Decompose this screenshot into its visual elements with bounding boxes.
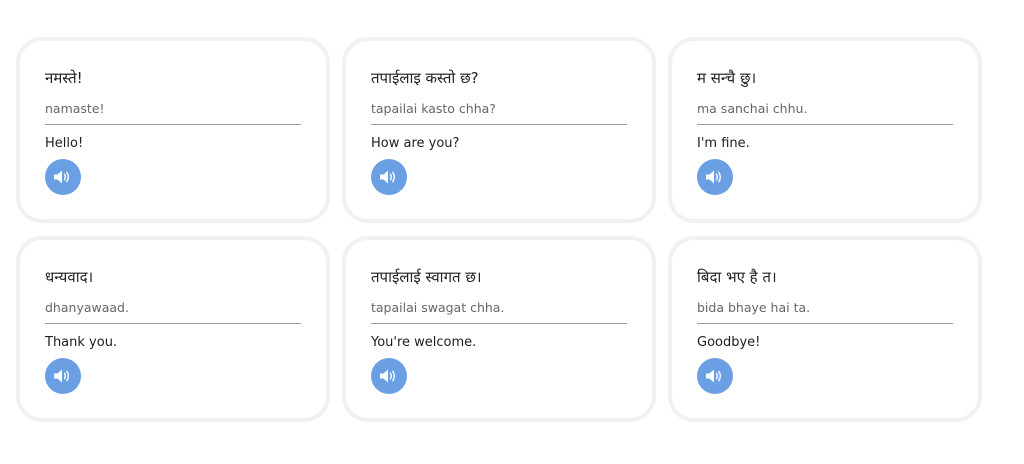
speaker-icon [379, 368, 399, 384]
play-audio-button[interactable] [371, 159, 407, 195]
phrase-card-goodbye: बिदा भए है त। bida bhaye hai ta. Goodbye… [668, 236, 982, 422]
phrase-translation: You're welcome. [371, 335, 477, 350]
phrase-translation: I'm fine. [697, 136, 750, 151]
phrase-romanized: bida bhaye hai ta. [697, 300, 811, 315]
divider [371, 323, 627, 324]
phrase-translation: How are you? [371, 136, 460, 151]
divider [697, 323, 953, 324]
phrase-native: नमस्ते! [45, 69, 83, 87]
phrase-romanized: dhanyawaad. [45, 300, 129, 315]
phrase-card-how-are-you: तपाईलाइ कस्तो छ? tapailai kasto chha? Ho… [342, 37, 656, 223]
phrase-card-im-fine: म सन्चै छु। ma sanchai chhu. I'm fine. [668, 37, 982, 223]
play-audio-button[interactable] [45, 358, 81, 394]
phrase-card-youre-welcome: तपाईलाई स्वागत छ। tapailai swagat chha. … [342, 236, 656, 422]
play-audio-button[interactable] [697, 159, 733, 195]
divider [45, 124, 301, 125]
phrase-native: बिदा भए है त। [697, 268, 777, 286]
speaker-icon [705, 169, 725, 185]
phrase-native: म सन्चै छु। [697, 69, 757, 87]
play-audio-button[interactable] [371, 358, 407, 394]
phrase-grid: नमस्ते! namaste! Hello! तपाईलाइ कस्तो छ?… [16, 37, 982, 422]
phrase-native: तपाईलाई स्वागत छ। [371, 268, 482, 286]
speaker-icon [379, 169, 399, 185]
speaker-icon [705, 368, 725, 384]
phrase-romanized: ma sanchai chhu. [697, 101, 808, 116]
phrase-translation: Goodbye! [697, 335, 761, 350]
divider [45, 323, 301, 324]
play-audio-button[interactable] [45, 159, 81, 195]
phrase-translation: Hello! [45, 136, 84, 151]
phrase-romanized: namaste! [45, 101, 105, 116]
phrase-translation: Thank you. [45, 335, 118, 350]
divider [371, 124, 627, 125]
speaker-icon [53, 368, 73, 384]
phrase-romanized: tapailai kasto chha? [371, 101, 496, 116]
speaker-icon [53, 169, 73, 185]
divider [697, 124, 953, 125]
play-audio-button[interactable] [697, 358, 733, 394]
phrase-romanized: tapailai swagat chha. [371, 300, 505, 315]
phrase-native: धन्यवाद। [45, 268, 94, 286]
phrase-card-thank-you: धन्यवाद। dhanyawaad. Thank you. [16, 236, 330, 422]
phrase-card-hello: नमस्ते! namaste! Hello! [16, 37, 330, 223]
phrase-native: तपाईलाइ कस्तो छ? [371, 69, 479, 87]
